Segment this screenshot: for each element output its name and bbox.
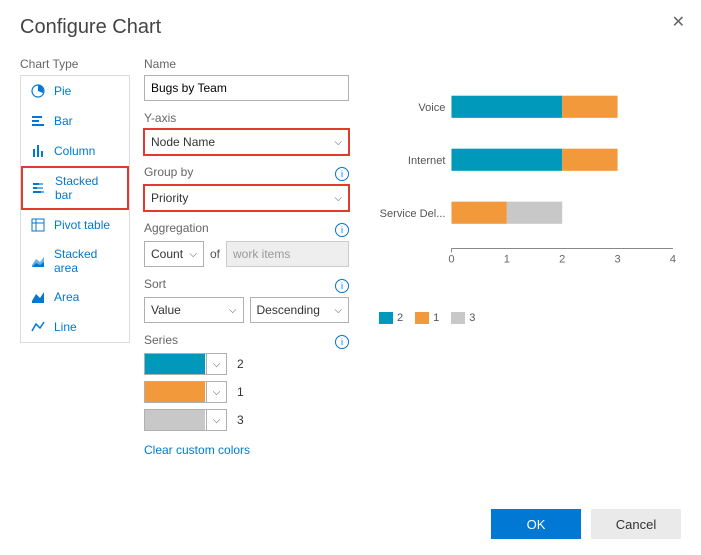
y-category-label: Service Del... (380, 208, 446, 220)
legend-swatch (451, 312, 465, 324)
sort-by-select[interactable]: Value ⌵ (144, 297, 244, 323)
x-tick-label: 0 (448, 254, 454, 266)
groupby-value: Priority (151, 191, 188, 205)
series-value-label: 3 (237, 413, 244, 427)
stacked-area-icon (30, 253, 46, 269)
y-category-label: Internet (408, 155, 446, 167)
clear-colors-link[interactable]: Clear custom colors (144, 443, 250, 457)
legend-item: 3 (451, 312, 475, 324)
info-icon[interactable]: i (335, 279, 349, 293)
sort-dir-select[interactable]: Descending ⌵ (250, 297, 350, 323)
chevron-down-icon: ⌵ (334, 137, 342, 148)
aggregation-value: Count (151, 247, 183, 261)
yaxis-value: Node Name (151, 135, 215, 149)
name-label: Name (144, 57, 349, 71)
chart-type-stacked-area[interactable]: Stacked area (21, 240, 129, 282)
chart-type-pie[interactable]: Pie (21, 76, 129, 106)
series-row: ⌵1 (144, 381, 349, 403)
series-row: ⌵2 (144, 353, 349, 375)
series-value-label: 1 (237, 385, 244, 399)
chevron-down-icon: ⌵ (206, 354, 226, 374)
info-icon[interactable]: i (335, 223, 349, 237)
chart-type-label: Line (54, 320, 77, 334)
chart-type-column[interactable]: Column (21, 136, 129, 166)
chevron-down-icon: ⌵ (206, 410, 226, 430)
sort-by-value: Value (151, 303, 181, 317)
bar-segment (507, 202, 562, 224)
bar-segment (562, 149, 617, 171)
chart-type-label: Bar (54, 114, 73, 128)
series-row: ⌵3 (144, 409, 349, 431)
legend-item: 2 (379, 312, 403, 324)
series-label: Series (144, 333, 178, 347)
legend-swatch (379, 312, 393, 324)
chart-preview: 0 1 2 3 4 Voice Internet Service Del... (379, 63, 681, 293)
info-icon[interactable]: i (335, 335, 349, 349)
yaxis-label: Y-axis (144, 111, 349, 125)
chart-type-label: Stacked bar (55, 174, 119, 202)
y-category-label: Voice (418, 102, 445, 114)
x-tick-label: 3 (615, 254, 621, 266)
cancel-button[interactable]: Cancel (591, 509, 681, 539)
chart-type-pivot-table[interactable]: Pivot table (21, 210, 129, 240)
chart-type-label: Area (54, 290, 79, 304)
chart-type-stacked-bar[interactable]: Stacked bar (21, 166, 129, 210)
dialog-title: Configure Chart (20, 16, 681, 39)
area-icon (30, 289, 46, 305)
legend-swatch (415, 312, 429, 324)
chart-type-label: Pie (54, 84, 71, 98)
x-tick-label: 1 (504, 254, 510, 266)
column-icon (30, 143, 46, 159)
legend-label: 1 (433, 312, 439, 324)
chart-type-label: Stacked area (54, 247, 120, 275)
chevron-down-icon: ⌵ (334, 193, 342, 204)
chart-legend: 2 1 3 (379, 312, 681, 324)
chevron-down-icon: ⌵ (189, 249, 197, 260)
legend-label: 3 (469, 312, 475, 324)
stacked-bar-icon (31, 180, 47, 196)
aggregation-label: Aggregation (144, 221, 209, 235)
chart-type-label: Chart Type (20, 57, 130, 71)
chevron-down-icon: ⌵ (206, 382, 226, 402)
info-icon[interactable]: i (335, 167, 349, 181)
aggregation-select[interactable]: Count ⌵ (144, 241, 204, 267)
line-icon (30, 319, 46, 335)
series-color-picker[interactable]: ⌵ (144, 381, 227, 403)
chevron-down-icon: ⌵ (229, 305, 237, 316)
bar-icon (30, 113, 46, 129)
bar-segment (562, 96, 617, 118)
chart-type-label: Pivot table (54, 218, 110, 232)
bar-segment (451, 96, 562, 118)
groupby-select[interactable]: Priority ⌵ (144, 185, 349, 211)
chart-type-label: Column (54, 144, 95, 158)
ok-button[interactable]: OK (491, 509, 581, 539)
sort-label: Sort (144, 277, 166, 291)
series-value-label: 2 (237, 357, 244, 371)
name-input[interactable] (144, 75, 349, 101)
legend-item: 1 (415, 312, 439, 324)
series-color-picker[interactable]: ⌵ (144, 409, 227, 431)
sort-dir-value: Descending (257, 303, 320, 317)
legend-label: 2 (397, 312, 403, 324)
chart-type-bar[interactable]: Bar (21, 106, 129, 136)
chevron-down-icon: ⌵ (334, 305, 342, 316)
bar-segment (451, 202, 506, 224)
aggregation-target: work items (226, 241, 349, 267)
groupby-label: Group by (144, 165, 193, 179)
pie-icon (30, 83, 46, 99)
x-tick-label: 4 (670, 254, 676, 266)
x-tick-label: 2 (559, 254, 565, 266)
bar-segment (451, 149, 562, 171)
chart-type-line[interactable]: Line (21, 312, 129, 342)
pivot-table-icon (30, 217, 46, 233)
close-icon[interactable]: ✕ (672, 12, 685, 32)
series-color-picker[interactable]: ⌵ (144, 353, 227, 375)
aggregation-of-label: of (210, 247, 220, 261)
yaxis-select[interactable]: Node Name ⌵ (144, 129, 349, 155)
chart-type-area[interactable]: Area (21, 282, 129, 312)
chart-type-list: Pie Bar Column Stacked bar Pivot table Stacke… (20, 75, 130, 343)
